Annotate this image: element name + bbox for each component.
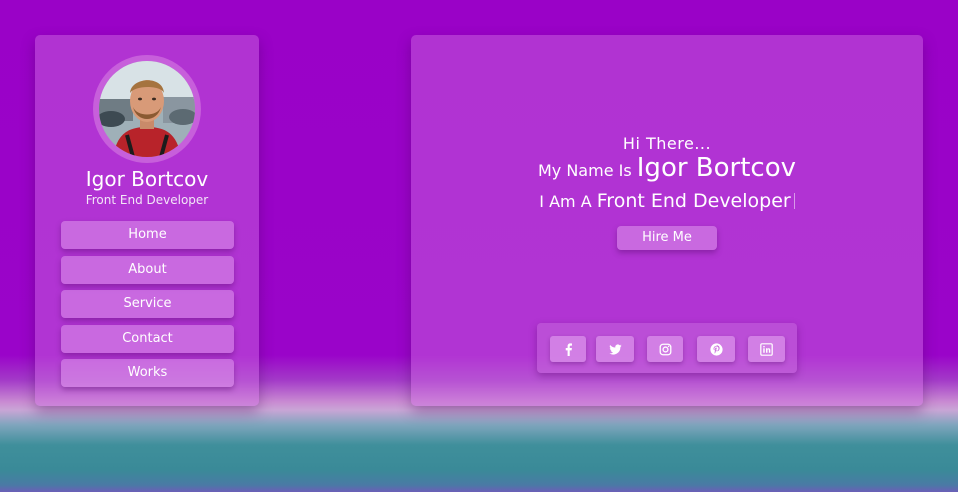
sidebar-card: Igor Bortcov Front End Developer Home Ab… [35,35,259,406]
pinterest-button[interactable] [697,336,735,362]
pinterest-icon [709,342,723,356]
typing-cursor [793,193,795,209]
hero-name-line: My Name Is Igor Bortcov [411,153,923,183]
twitter-icon [608,343,622,355]
instagram-button[interactable] [647,336,683,362]
hero-role-prefix: I Am A [539,192,592,211]
hero-name-prefix: My Name Is [537,161,632,180]
hero-role-line: I Am A Front End Developer [411,190,923,212]
nav-about-button[interactable]: About [61,255,234,284]
twitter-button[interactable] [596,336,634,362]
profile-role: Front End Developer [85,193,209,207]
avatar-photo [99,61,195,157]
hero-name: Igor Bortcov [636,153,797,183]
hero-card: Hi There... My Name Is Igor Bortcov I Am… [411,35,923,406]
avatar [93,55,201,163]
instagram-icon [659,343,671,355]
sidebar-nav: Home About Service Contact Works [61,221,234,394]
linkedin-button[interactable] [748,336,785,362]
hero-role: Front End Developer [596,190,791,212]
social-bar [537,323,797,373]
hero-greeting: Hi There... [622,134,712,153]
facebook-button[interactable] [550,336,586,362]
facebook-icon [565,342,572,356]
nav-service-button[interactable]: Service [61,290,234,318]
nav-works-button[interactable]: Works [61,359,234,387]
profile-name: Igor Bortcov [85,167,209,191]
hire-me-button[interactable]: Hire Me [617,226,717,250]
linkedin-icon [760,342,773,356]
nav-home-button[interactable]: Home [61,221,234,249]
nav-contact-button[interactable]: Contact [61,324,234,353]
